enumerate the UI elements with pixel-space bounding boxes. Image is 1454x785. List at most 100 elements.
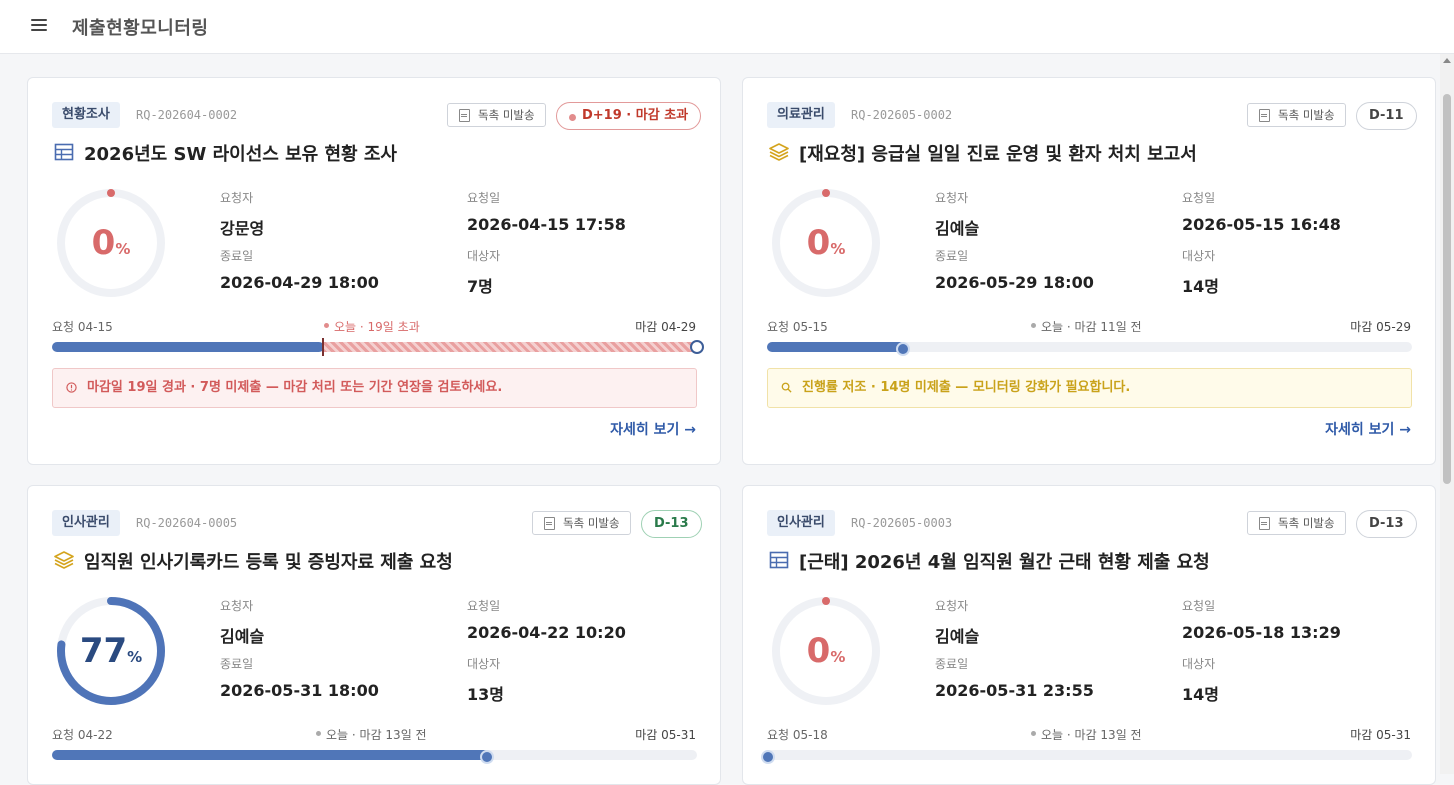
requester-label: 요청자: [935, 599, 969, 613]
timeline-start: 요청 05-18: [767, 728, 828, 742]
request-card: 인사관리 RQ-202604-0005 독촉 미발송 D-13 임직원 인사기록…: [27, 485, 721, 785]
hamburger-menu-icon[interactable]: [31, 19, 47, 33]
request-card: 현황조사 RQ-202604-0002 독촉 미발송 D+19 · 마감 초과 …: [27, 77, 721, 465]
request-date-value: 2026-05-18 13:29: [1182, 623, 1341, 642]
request-id: RQ-202605-0002: [851, 108, 953, 122]
card-title: [재요청] 응급실 일일 진료 운영 및 환자 처치 보고서: [799, 144, 1197, 165]
top-bar: 제출현황모니터링: [0, 0, 1454, 54]
target-value: 7명: [467, 277, 493, 296]
reminder-button[interactable]: 독촉 미발송: [1247, 511, 1346, 535]
request-date-value: 2026-04-22 10:20: [467, 623, 626, 642]
vertical-scrollbar[interactable]: [1440, 54, 1454, 774]
dday-label: D-11: [1369, 108, 1404, 123]
status-dot: [569, 114, 576, 121]
progress-percent: 77%: [79, 631, 143, 671]
today-knob: [480, 750, 494, 764]
dday-label: D-13: [654, 516, 689, 531]
timeline-today: 오늘 · 19일 초과: [324, 318, 420, 335]
main-content: 현황조사 RQ-202604-0002 독촉 미발송 D+19 · 마감 초과 …: [0, 54, 1454, 785]
progress-percent: 0%: [806, 223, 846, 263]
reminder-button-label: 독촉 미발송: [1278, 516, 1335, 530]
category-tag: 인사관리: [767, 510, 835, 536]
document-icon: [459, 109, 470, 122]
detail-link[interactable]: 자세히 보기 →: [610, 419, 696, 439]
dday-label: D+19 · 마감 초과: [582, 108, 689, 123]
requester-label: 요청자: [220, 599, 254, 613]
request-id: RQ-202605-0003: [851, 516, 953, 530]
timeline-end: 마감 05-29: [1350, 320, 1411, 334]
target-label: 대상자: [1182, 657, 1216, 671]
timeline-today: 오늘 · 마감 11일 전: [1031, 318, 1142, 335]
table-icon: [54, 143, 74, 161]
dday-badge: D+19 · 마감 초과: [556, 102, 702, 130]
deadline-marker: [690, 340, 704, 354]
card-title: [근태] 2026년 4월 임직원 월간 근태 현황 제출 요청: [799, 552, 1210, 573]
requester-label: 요청자: [935, 191, 969, 205]
scroll-thumb[interactable]: [1443, 94, 1451, 484]
reminder-button-label: 독촉 미발송: [563, 516, 620, 530]
request-date-label: 요청일: [467, 599, 501, 613]
today-knob: [896, 342, 910, 356]
target-label: 대상자: [467, 249, 501, 263]
target-value: 13명: [467, 685, 504, 704]
end-date-label: 종료일: [935, 657, 969, 671]
end-date-label: 종료일: [935, 249, 969, 263]
request-date-value: 2026-05-15 16:48: [1182, 215, 1341, 234]
table-icon: [769, 551, 789, 569]
category-tag: 의료관리: [767, 102, 835, 128]
request-date-label: 요청일: [1182, 599, 1216, 613]
progress-percent: 0%: [806, 631, 846, 671]
timeline-end: 마감 04-29: [635, 320, 696, 334]
request-date-value: 2026-04-15 17:58: [467, 215, 626, 234]
timeline-start: 요청 04-22: [52, 728, 113, 742]
today-marker: [322, 338, 324, 356]
timeline-start: 요청 04-15: [52, 320, 113, 334]
reminder-button[interactable]: 독촉 미발송: [1247, 103, 1346, 127]
alert-banner: 마감일 19일 경과 · 7명 미제출 — 마감 처리 또는 기간 연장을 검토…: [52, 368, 697, 408]
dday-label: D-13: [1369, 516, 1404, 531]
alert-banner: 진행률 저조 · 14명 미제출 — 모니터링 강화가 필요합니다.: [767, 368, 1412, 408]
timeline-end: 마감 05-31: [1350, 728, 1411, 742]
detail-link[interactable]: 자세히 보기 →: [1325, 419, 1411, 439]
timeline-end: 마감 05-31: [635, 728, 696, 742]
scroll-up-arrow-icon[interactable]: [1443, 58, 1451, 63]
target-value: 14명: [1182, 277, 1219, 296]
timeline-track: [767, 750, 1412, 760]
reminder-button-label: 독촉 미발송: [478, 108, 535, 122]
today-knob: [761, 750, 775, 764]
dday-badge: D-13: [641, 510, 702, 538]
alert-text: 진행률 저조 · 14명 미제출 — 모니터링 강화가 필요합니다.: [802, 380, 1131, 395]
end-date-label: 종료일: [220, 657, 254, 671]
requester-label: 요청자: [220, 191, 254, 205]
document-icon: [1259, 517, 1270, 530]
progress-percent: 0%: [91, 223, 131, 263]
timeline-fill: [52, 750, 489, 760]
request-date-label: 요청일: [467, 191, 501, 205]
document-icon: [1259, 109, 1270, 122]
category-tag: 현황조사: [52, 102, 120, 128]
target-label: 대상자: [467, 657, 501, 671]
dday-badge: D-13: [1356, 510, 1417, 538]
request-card: 인사관리 RQ-202605-0003 독촉 미발송 D-13 [근태] 202…: [742, 485, 1436, 785]
requester-value: 김예슬: [935, 627, 980, 646]
reminder-button[interactable]: 독촉 미발송: [447, 103, 546, 127]
reminder-button[interactable]: 독촉 미발송: [532, 511, 631, 535]
target-value: 14명: [1182, 685, 1219, 704]
dday-badge: D-11: [1356, 102, 1417, 130]
requester-value: 김예슬: [935, 219, 980, 238]
document-icon: [544, 517, 555, 530]
end-date-label: 종료일: [220, 249, 254, 263]
overdue-range: [323, 342, 693, 352]
page-title: 제출현황모니터링: [72, 18, 209, 39]
end-date-value: 2026-05-29 18:00: [935, 273, 1094, 292]
requester-value: 김예슬: [220, 627, 265, 646]
timeline-fill: [767, 342, 905, 352]
info-circle-icon: [66, 382, 77, 393]
request-id: RQ-202604-0005: [136, 516, 238, 530]
target-label: 대상자: [1182, 249, 1216, 263]
timeline-fill: [52, 342, 324, 352]
requester-value: 강문영: [220, 219, 265, 238]
layers-icon: [769, 143, 789, 161]
card-title: 2026년도 SW 라이선스 보유 현황 조사: [84, 144, 397, 165]
card-title: 임직원 인사기록카드 등록 및 증빙자료 제출 요청: [84, 552, 453, 573]
